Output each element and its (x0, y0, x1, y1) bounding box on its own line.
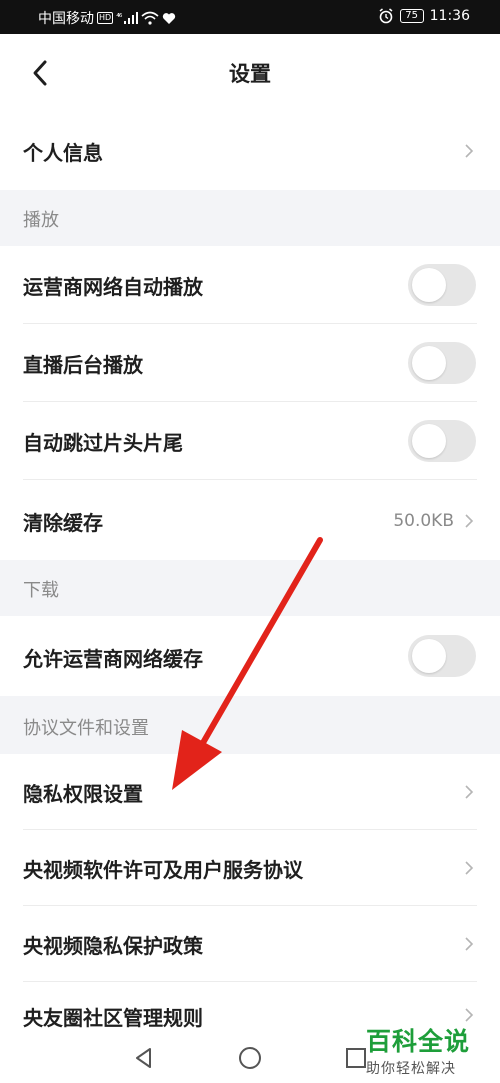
toggle-knob (412, 639, 446, 673)
wifi-icon (141, 11, 159, 25)
chevron-right-icon (465, 785, 474, 799)
section-download-label: 下载 (23, 580, 59, 601)
status-bar: 中国移动 HD ⁴⁶ 75 11:36 (0, 0, 500, 34)
app-header: 设置 (0, 34, 500, 113)
chevron-right-icon (465, 144, 474, 158)
community-rules-label: 央友圈社区管理规则 (23, 1006, 203, 1030)
carrier-autoplay-toggle[interactable] (408, 264, 476, 306)
section-download: 下载 (0, 560, 500, 616)
allow-carrier-cache-row: 允许运营商网络缓存 (0, 616, 500, 696)
nav-back-icon[interactable] (131, 1045, 157, 1071)
skip-intro-toggle[interactable] (408, 420, 476, 462)
status-right: 75 11:36 (378, 8, 470, 24)
chevron-right-icon (465, 1008, 474, 1022)
license-agreement-label: 央视频软件许可及用户服务协议 (23, 858, 303, 882)
watermark-title: 百科全说 (366, 1027, 471, 1056)
personal-info-row[interactable]: 个人信息 (0, 112, 500, 190)
carrier-name: 中国移动 (38, 11, 94, 27)
toggle-knob (412, 346, 446, 380)
hd-badge: HD (97, 12, 114, 24)
section-playback: 播放 (0, 190, 500, 246)
privacy-permissions-row[interactable]: 隐私权限设置 (0, 754, 500, 830)
skip-intro-row: 自动跳过片头片尾 (0, 402, 500, 480)
section-agreements-label: 协议文件和设置 (23, 718, 149, 739)
allow-carrier-cache-toggle[interactable] (408, 635, 476, 677)
alarm-icon (379, 8, 393, 24)
clear-cache-label: 清除缓存 (23, 511, 103, 535)
clock: 11:36 (429, 8, 470, 24)
section-agreements: 协议文件和设置 (0, 696, 500, 754)
heart-icon (163, 12, 176, 24)
chevron-right-icon (465, 514, 474, 528)
live-background-label: 直播后台播放 (23, 353, 143, 377)
live-background-toggle[interactable] (408, 342, 476, 384)
watermark-subtitle: 助你轻松解决 (366, 1061, 456, 1077)
skip-intro-label: 自动跳过片头片尾 (23, 431, 183, 455)
watermark: 百科全说 助你轻松解决 (366, 1022, 486, 1078)
page-title: 设置 (229, 62, 271, 86)
privacy-permissions-label: 隐私权限设置 (23, 782, 143, 806)
chevron-right-icon (465, 861, 474, 875)
clear-cache-row[interactable]: 清除缓存 50.0KB (0, 480, 500, 560)
toggle-knob (412, 424, 446, 458)
carrier-autoplay-label: 运营商网络自动播放 (23, 275, 203, 299)
signal-icon (124, 12, 139, 24)
chevron-right-icon (465, 937, 474, 951)
network-type-label: ⁴⁶ (116, 13, 122, 23)
privacy-policy-row[interactable]: 央视频隐私保护政策 (0, 906, 500, 982)
carrier-autoplay-row: 运营商网络自动播放 (0, 246, 500, 324)
allow-carrier-cache-label: 允许运营商网络缓存 (23, 647, 203, 671)
cache-size-value: 50.0KB (393, 511, 454, 531)
nav-home-icon[interactable] (237, 1045, 263, 1071)
section-playback-label: 播放 (23, 210, 59, 231)
status-left: 中国移动 HD ⁴⁶ (38, 8, 176, 28)
toggle-knob (412, 268, 446, 302)
battery-icon: 75 (399, 9, 424, 23)
license-agreement-row[interactable]: 央视频软件许可及用户服务协议 (0, 830, 500, 906)
live-background-row: 直播后台播放 (0, 324, 500, 402)
personal-info-label: 个人信息 (23, 141, 103, 165)
privacy-policy-label: 央视频隐私保护政策 (23, 934, 203, 958)
